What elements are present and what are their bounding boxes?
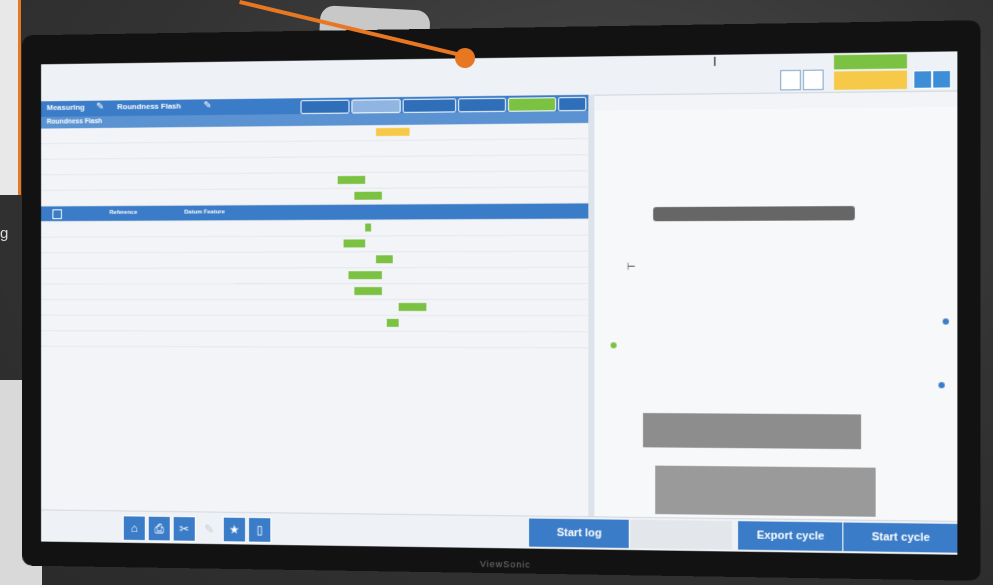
export-cycle-button[interactable]: Export cycle [736,521,844,552]
disabled-action-button[interactable] [628,519,732,550]
marker-dot[interactable] [610,342,617,349]
deviation-bar [398,302,426,311]
edit-button[interactable]: ✎ [197,516,221,543]
table-row[interactable] [41,267,589,285]
signal-plot [643,413,862,450]
profile-plot [653,206,855,222]
filter-button[interactable] [507,97,557,112]
start-cycle-button[interactable]: Start cycle [842,522,958,553]
table-row[interactable] [41,283,589,301]
view-toggle-button-a[interactable] [780,69,801,91]
table-row[interactable] [41,315,589,333]
backdrop-text: g [0,225,9,242]
callout-dot [455,48,475,68]
program-title: Roundness Flash [117,101,182,112]
cell-name: Reference [109,209,138,216]
view-toggle-button-b[interactable] [802,69,824,91]
signal-plot [655,465,876,517]
status-ok-badge [834,54,907,70]
filter-button[interactable] [351,99,401,114]
window-button[interactable] [932,69,952,89]
cell-name [109,131,186,132]
marker-dot[interactable] [938,382,945,389]
deviation-bar [348,271,382,280]
favorite-button[interactable]: ★ [222,516,247,543]
cell-desc [184,193,291,194]
deviation-bar [343,239,366,248]
deviation-bar [376,127,410,137]
app-screen: I Measuring ✎ Roundness Flash ✎ Roundnes… [41,51,958,555]
deviation-bar [365,223,371,232]
cell-desc [184,146,291,147]
cell-name [109,147,186,148]
graphics-panel: ⊢ [594,106,958,522]
print-button[interactable]: ⎙ [147,515,171,542]
cell-desc: Datum Feature [184,209,225,216]
cell-desc [184,162,291,163]
row-checkbox[interactable] [52,209,62,220]
pencil-icon[interactable]: ✎ [96,102,104,113]
clipboard-button[interactable]: ▯ [247,516,272,543]
monitor-frame: I Measuring ✎ Roundness Flash ✎ Roundnes… [22,20,981,581]
axis-mark: ⊢ [626,261,636,273]
filter-button[interactable] [458,97,506,113]
cell-desc [184,130,291,131]
filter-button[interactable] [558,96,587,112]
cursor-icon: I [713,54,717,70]
marker-dot[interactable] [942,318,949,325]
pencil-icon[interactable]: ✎ [204,100,212,111]
status-bar: I [41,51,958,103]
table-row[interactable] [41,251,589,269]
table-row[interactable] [41,299,589,317]
cell-desc [184,177,291,178]
filter-button[interactable] [300,99,350,115]
deviation-bar [387,318,399,327]
cell-name [109,178,186,179]
start-log-button[interactable]: Start log [527,518,630,549]
home-button[interactable]: ⌂ [122,515,146,542]
monitor-brand: ViewSonic [480,558,531,570]
tools-button[interactable]: ✂ [172,515,196,542]
characteristics-table: Reference Datum Feature [41,122,589,349]
table-row[interactable] [41,331,589,349]
breadcrumb[interactable]: Measuring [47,103,85,112]
deviation-bar [354,191,382,200]
deviation-bar [337,175,366,185]
deviation-bar [376,255,393,264]
backdrop-card [0,0,21,195]
settings-button[interactable] [913,70,933,89]
cell-name [109,162,186,163]
filter-button[interactable] [402,98,457,113]
deviation-bar [354,287,382,296]
status-warning-badge [834,70,907,90]
table-row[interactable] [41,235,589,254]
